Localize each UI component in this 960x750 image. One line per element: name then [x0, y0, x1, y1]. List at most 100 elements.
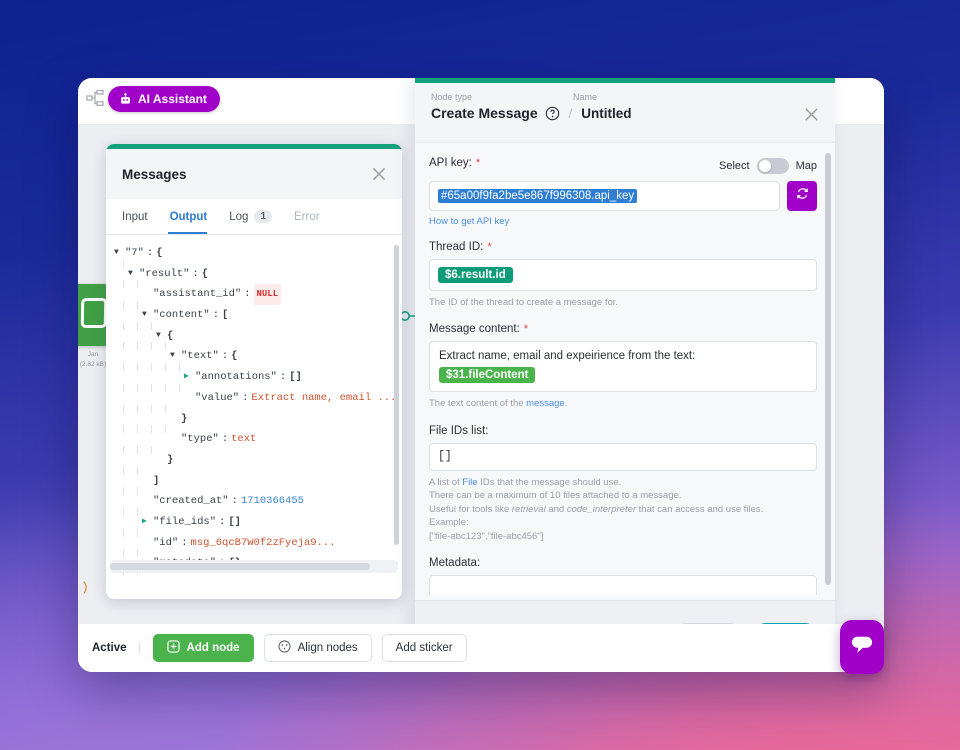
- json-value: Extract name, email ...: [251, 391, 397, 404]
- metadata-label-text: Metadata:: [429, 557, 481, 570]
- message-content-hint-post: .: [564, 398, 568, 410]
- json-colon: :: [221, 433, 229, 446]
- json-key: "annotations": [195, 371, 277, 384]
- json-punct: }: [167, 453, 174, 466]
- api-key-required-mark: *: [475, 157, 481, 169]
- json-colon: :: [244, 288, 251, 301]
- workflow-canvas[interactable]: AI Assistant Jan (2.82 kB) ) Messages In…: [78, 78, 884, 672]
- thread-id-token: $6.result.id: [438, 267, 513, 283]
- caret-right-icon[interactable]: ▶: [142, 512, 153, 533]
- chat-fab-button[interactable]: [840, 620, 884, 674]
- file-ids-hint-l3-it1: retrieval: [511, 503, 546, 515]
- caret-right-icon[interactable]: ▶: [184, 367, 195, 388]
- json-row[interactable]: "id": msg_6qcB7W0f2zFyeja9...: [106, 528, 402, 554]
- json-row[interactable]: ▼ "7":{: [106, 243, 402, 264]
- align-dots-icon: [277, 640, 291, 656]
- message-content-label-text: Message content:: [429, 323, 520, 336]
- messages-title: Messages: [122, 166, 187, 182]
- file-ids-input[interactable]: []: [429, 442, 817, 471]
- add-sticker-button[interactable]: Add sticker: [381, 634, 467, 662]
- select-map-toggle-group[interactable]: Select Map: [719, 158, 817, 174]
- json-punct: {: [201, 267, 209, 280]
- json-colon: :: [192, 267, 199, 280]
- ndv-scrollbar[interactable]: [825, 153, 831, 585]
- ndv-name-caption: Name: [573, 92, 598, 102]
- tab-output[interactable]: Output: [167, 199, 218, 234]
- close-icon[interactable]: [802, 105, 821, 124]
- file-ids-label-text: File IDs list:: [429, 424, 489, 437]
- file-ids-hint-l3-pre: Useful for tools like: [429, 503, 512, 515]
- close-icon[interactable]: [370, 165, 388, 183]
- json-colon: :: [231, 495, 238, 508]
- node-glyph-icon: [80, 298, 108, 328]
- json-row[interactable]: "created_at":1710366455: [106, 487, 402, 512]
- ai-assistant-button[interactable]: AI Assistant: [108, 86, 220, 112]
- json-punct: {: [167, 329, 174, 342]
- json-row[interactable]: ▶ "file_ids":[]: [106, 507, 402, 533]
- json-punct: []: [289, 371, 302, 384]
- thread-id-required-mark: *: [487, 241, 492, 253]
- json-punct: {: [156, 247, 163, 259]
- json-tree-viewer[interactable]: ▼ "7":{▼ "result":{"assistant_id": NULL ▼ "co…: [106, 235, 402, 575]
- messages-tabs[interactable]: Input Output Log 1 Error: [106, 199, 402, 235]
- how-to-get-api-key-link[interactable]: How to get API key: [429, 216, 817, 227]
- thread-id-input[interactable]: $6.result.id: [429, 259, 817, 291]
- file-ids-hint: A list of File IDs that the message shou…: [429, 476, 817, 543]
- messages-panel: Messages Input Output Log 1 Error ▼ "7" …: [106, 144, 402, 599]
- metadata-label: Metadata:: [429, 557, 817, 569]
- json-horizontal-scrollbar[interactable]: [110, 563, 370, 570]
- json-row[interactable]: ▼ "result":{: [106, 259, 402, 285]
- message-content-hint: The text content of the message.: [429, 397, 817, 410]
- file-ids-value: []: [438, 450, 452, 464]
- help-circle-icon[interactable]: [545, 106, 560, 121]
- json-row[interactable]: }: [106, 445, 402, 471]
- json-value: msg_6qcB7W0f2zFyeja9...: [190, 536, 336, 549]
- metadata-input[interactable]: [429, 575, 817, 595]
- message-content-label: Message content: *: [429, 323, 817, 335]
- json-value: thread.message: [216, 574, 304, 575]
- json-colon: :: [181, 536, 188, 549]
- align-nodes-button[interactable]: Align nodes: [263, 634, 372, 662]
- api-key-input[interactable]: #65a00f9fa2be5e867f996308.api_key: [429, 181, 780, 211]
- json-row[interactable]: "assistant_id": NULL: [106, 280, 402, 306]
- refresh-button[interactable]: [787, 181, 817, 211]
- json-punct: }: [181, 412, 188, 425]
- ndv-form-body[interactable]: API key: * Select Map #65a00f9fa2be5e867…: [415, 143, 835, 595]
- select-map-toggle[interactable]: [756, 158, 789, 174]
- json-vertical-scrollbar[interactable]: [394, 245, 399, 545]
- field-thread-id: Thread ID: * $6.result.id The ID of the …: [429, 241, 817, 309]
- ndv-node-name-value[interactable]: Untitled: [581, 106, 631, 121]
- message-content-textarea[interactable]: Extract name, email and expeirience from…: [429, 341, 817, 393]
- json-row[interactable]: ]: [106, 466, 402, 492]
- field-file-ids: File IDs list: [] A list of File IDs tha…: [429, 425, 817, 543]
- file-link[interactable]: File: [462, 477, 477, 488]
- stray-paren-text: ): [81, 580, 89, 595]
- file-ids-hint-l3-post: that can access and use files.: [636, 503, 764, 515]
- refresh-icon: [795, 186, 810, 206]
- json-row[interactable]: "object":thread.message: [106, 570, 402, 575]
- json-key: "created_at": [153, 495, 229, 508]
- tab-error[interactable]: Error: [294, 199, 330, 234]
- json-punct: {: [231, 350, 238, 363]
- file-ids-hint-l1-pre: A list of: [429, 476, 463, 488]
- file-ids-hint-l5: ["file-abc123","file-abc456"]: [429, 530, 544, 542]
- toggle-knob: [758, 160, 771, 172]
- add-node-button[interactable]: Add node: [152, 634, 254, 662]
- file-ids-hint-l4: Example:: [429, 517, 469, 529]
- json-key: "result": [139, 267, 190, 280]
- thread-id-label: Thread ID: *: [429, 241, 817, 253]
- json-key: "content": [153, 309, 210, 322]
- message-content-hint-pre: The text content of the: [429, 398, 527, 410]
- tab-input[interactable]: Input: [122, 199, 158, 234]
- json-key: "file_ids": [153, 515, 217, 528]
- json-punct: []: [228, 515, 241, 528]
- thread-id-hint: The ID of the thread to create a message…: [429, 297, 619, 308]
- message-content-hint-link[interactable]: message: [526, 398, 565, 409]
- tab-log[interactable]: Log 1: [229, 199, 282, 234]
- json-value: NULL: [253, 284, 282, 306]
- json-key: "object": [153, 574, 203, 575]
- api-key-value: #65a00f9fa2be5e867f996308.api_key: [438, 189, 638, 203]
- file-ids-hint-l2: There can be a maximum of 10 files attac…: [429, 490, 682, 502]
- tab-log-label: Log: [229, 210, 249, 223]
- file-ids-label: File IDs list:: [429, 425, 817, 437]
